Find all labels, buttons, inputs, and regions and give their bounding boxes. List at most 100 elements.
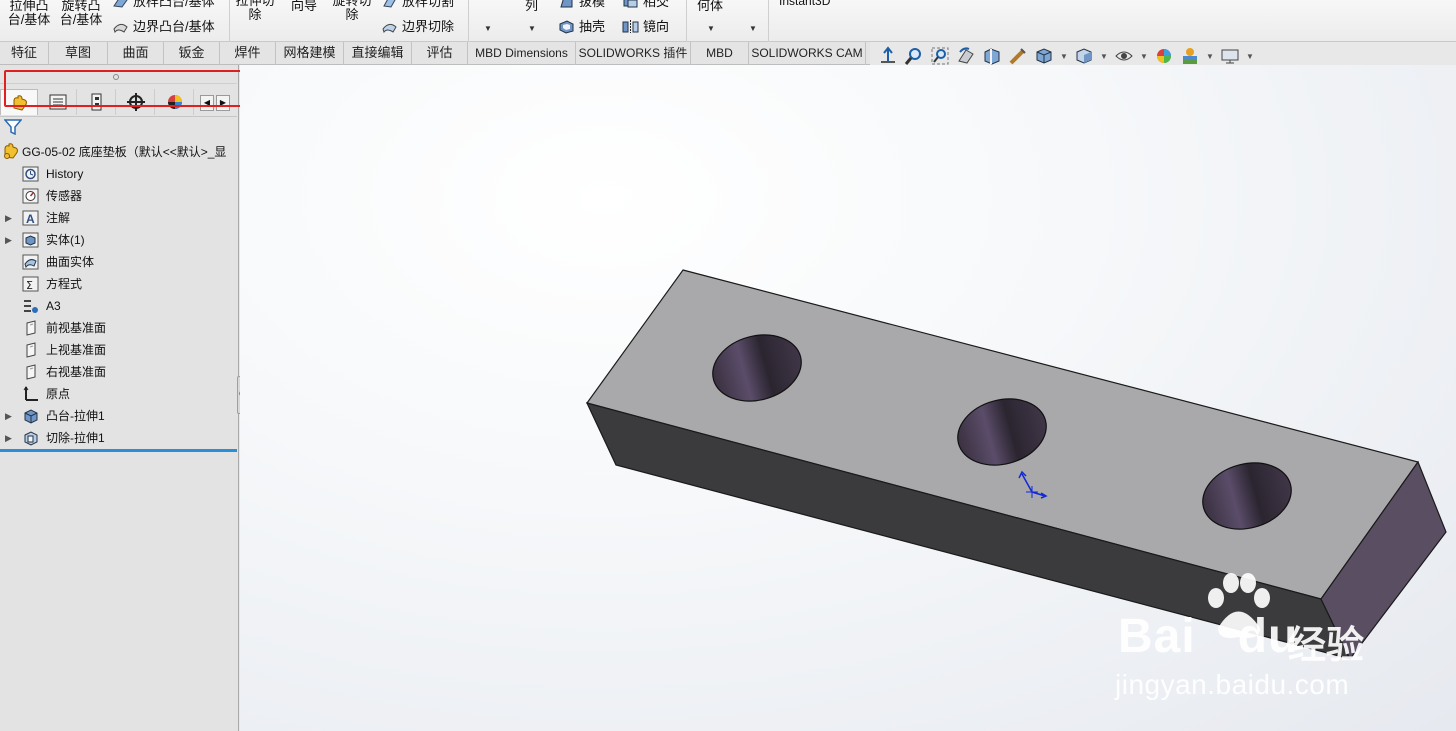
zoom-to-fit-icon[interactable] xyxy=(930,46,950,66)
previous-view-icon[interactable] xyxy=(956,46,976,66)
boundary-boss-button[interactable]: 边界凸台/基体 xyxy=(112,19,215,34)
tree-item-label: 传感器 xyxy=(46,189,83,203)
tree-item-equations[interactable]: Σ 方程式 xyxy=(0,273,237,295)
hole-wizard-button[interactable]: 向导 xyxy=(286,0,322,13)
tabs-scroll-right-button[interactable]: ▶ xyxy=(216,95,230,111)
tree-item-surface-bodies[interactable]: 曲面实体 xyxy=(0,251,237,273)
tab-configurationmanager[interactable] xyxy=(78,89,116,115)
tree-item-label: 原点 xyxy=(46,387,71,401)
origin-icon xyxy=(23,386,38,401)
tree-item-label: A3 xyxy=(46,299,61,313)
sensor-icon xyxy=(22,188,39,204)
mirror-button[interactable]: 镜向 xyxy=(622,19,669,34)
tabs-scroll-left-button[interactable]: ◀ xyxy=(200,95,214,111)
tab-mbd[interactable]: MBD xyxy=(691,42,749,65)
tree-item-cut-extrude1[interactable]: ▶ 切除-拉伸1 xyxy=(0,427,237,449)
tab-propertymanager[interactable] xyxy=(39,89,77,115)
tree-item-annotations[interactable]: ▶ A 注解 xyxy=(0,207,237,229)
solid-bodies-icon xyxy=(22,232,39,248)
tree-item-label: 右视基准面 xyxy=(46,365,107,379)
tree-item-top-plane[interactable]: 上视基准面 xyxy=(0,339,237,361)
expand-arrow-icon[interactable]: ▶ xyxy=(5,427,12,449)
tree-item-origin[interactable]: 原点 xyxy=(0,383,237,405)
view-settings-icon[interactable] xyxy=(1220,46,1240,66)
tree-item-material[interactable]: A3 xyxy=(0,295,237,317)
tab-dimxpertmanager[interactable] xyxy=(117,89,155,115)
chevron-down-icon[interactable]: ▼ xyxy=(1206,52,1214,61)
tab-evaluate[interactable]: 评估 xyxy=(412,42,468,65)
shell-button[interactable]: 抽壳 xyxy=(558,19,605,34)
tab-mbd-dimensions[interactable]: MBD Dimensions xyxy=(468,42,576,65)
chevron-down-icon[interactable]: ▼ xyxy=(1100,52,1108,61)
tab-featuremanager[interactable] xyxy=(0,89,38,115)
tree-item-solid-bodies[interactable]: ▶ 实体(1) xyxy=(0,229,237,251)
revolve-cut-button[interactable]: 旋转切 除 xyxy=(330,0,374,22)
boundary-cut-label: 边界切除 xyxy=(402,19,455,34)
ribbon-separator xyxy=(229,0,230,42)
tab-features[interactable]: 特征 xyxy=(0,42,49,65)
tab-solidworks-cam[interactable]: SOLIDWORKS CAM xyxy=(749,42,866,65)
tab-solidworks-addins[interactable]: SOLIDWORKS 插件 xyxy=(576,42,691,65)
tree-item-label: 上视基准面 xyxy=(46,343,107,357)
boss-extrude-icon xyxy=(24,409,38,424)
revolve-boss-button[interactable]: 旋转凸 台/基体 xyxy=(58,0,104,27)
chevron-down-icon[interactable]: ▼ xyxy=(1140,52,1148,61)
instant3d-button[interactable]: Instant3D xyxy=(779,0,830,8)
tree-item-right-plane[interactable]: 右视基准面 xyxy=(0,361,237,383)
extrude-cut-button[interactable]: 拉伸切 除 xyxy=(234,0,276,22)
chevron-down-icon[interactable]: ▼ xyxy=(1060,52,1068,61)
part-icon xyxy=(4,143,18,159)
boundary-boss-label: 边界凸台/基体 xyxy=(133,19,215,34)
loft-boss-label: 放样凸台/基体 xyxy=(133,0,215,9)
ribbon-separator xyxy=(686,0,687,42)
chevron-down-icon[interactable]: ▼ xyxy=(1246,52,1254,61)
tree-item-front-plane[interactable]: 前视基准面 xyxy=(0,317,237,339)
graphics-area[interactable]: Bai du 经验 jingyan.baidu.com xyxy=(240,65,1456,731)
dynamic-annotation-views-icon[interactable] xyxy=(1008,46,1028,66)
boundary-cut-button[interactable]: 边界切除 xyxy=(381,19,454,34)
zoom-to-area-icon[interactable] xyxy=(904,46,924,66)
loft-boss-button[interactable]: 放样凸台/基体 xyxy=(112,0,215,9)
pattern-button[interactable]: 列 xyxy=(525,0,538,13)
expand-arrow-icon[interactable]: ▶ xyxy=(5,229,12,251)
svg-text:A: A xyxy=(26,212,35,226)
chevron-down-icon[interactable]: ▼ xyxy=(528,24,536,33)
tab-sheet-metal[interactable]: 钣金 xyxy=(164,42,220,65)
cut-extrude-icon xyxy=(24,431,38,446)
tab-direct-editing[interactable]: 直接编辑 xyxy=(344,42,412,65)
tree-item-history[interactable]: History xyxy=(0,163,237,185)
tree-item-boss-extrude1[interactable]: ▶ 凸台-拉伸1 xyxy=(0,405,237,427)
reference-geometry-button[interactable]: 何体 xyxy=(697,0,723,13)
view-orientation-cube-icon[interactable] xyxy=(1034,46,1054,66)
tree-item-sensors[interactable]: 传感器 xyxy=(0,185,237,207)
expand-arrow-icon[interactable]: ▶ xyxy=(5,207,12,229)
boss-extrude-button[interactable]: 拉伸凸 台/基体 xyxy=(6,0,52,27)
tree-item-label: History xyxy=(46,167,84,181)
tab-displaymanager[interactable] xyxy=(156,89,194,115)
expand-arrow-icon[interactable]: ▶ xyxy=(5,405,12,427)
annotations-icon: A xyxy=(22,210,39,226)
chevron-down-icon[interactable]: ▼ xyxy=(707,24,715,33)
boundary-boss-icon xyxy=(113,23,128,34)
loft-cut-button[interactable]: 放样切割 xyxy=(381,0,454,9)
tab-weldments[interactable]: 焊件 xyxy=(220,42,276,65)
draft-button[interactable]: 拔模 xyxy=(558,0,605,9)
apply-scene-icon[interactable] xyxy=(1180,46,1200,66)
tab-sketch[interactable]: 草图 xyxy=(49,42,108,65)
plane-icon xyxy=(26,342,36,358)
loft-cut-label: 放样切割 xyxy=(402,0,455,9)
filter-icon[interactable] xyxy=(4,119,22,135)
chevron-down-icon[interactable]: ▼ xyxy=(749,24,757,33)
display-style-icon[interactable] xyxy=(1074,46,1094,66)
rollback-bar[interactable] xyxy=(0,449,237,452)
part-root-node[interactable]: GG-05-02 底座垫板（默认<<默认>_显 xyxy=(2,142,226,160)
hide-show-items-icon[interactable] xyxy=(1114,46,1134,66)
view-orientation-axes-icon[interactable] xyxy=(878,46,898,66)
section-view-icon[interactable] xyxy=(982,46,1002,66)
edit-appearance-icon[interactable] xyxy=(1154,46,1174,66)
intersect-button[interactable]: 相交 xyxy=(622,0,669,9)
chevron-down-icon[interactable]: ▼ xyxy=(484,24,492,33)
panel-resize-grip[interactable] xyxy=(0,70,237,84)
tab-surfaces[interactable]: 曲面 xyxy=(108,42,164,65)
tab-mesh-modeling[interactable]: 网格建模 xyxy=(276,42,344,65)
